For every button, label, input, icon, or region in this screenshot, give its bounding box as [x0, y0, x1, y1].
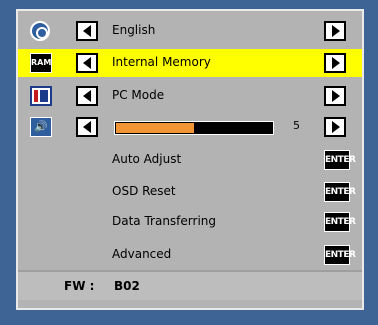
mode-left-arrow-button[interactable] [76, 86, 98, 106]
volume-slider[interactable] [114, 121, 274, 135]
volume-slider-fill [116, 123, 194, 133]
language-label: English [112, 23, 156, 37]
advanced-row[interactable]: Advanced ENTER [18, 241, 362, 269]
firmware-footer: FW : B02 [18, 270, 362, 300]
data-transfer-enter-button[interactable]: ENTER [324, 212, 356, 232]
pc-mode-icon [30, 86, 52, 106]
firmware-version: B02 [114, 279, 140, 293]
advanced-enter-button[interactable]: ENTER [324, 245, 356, 265]
speaker-icon: 🔊 [30, 117, 52, 137]
storage-left-arrow-button[interactable] [76, 53, 98, 73]
globe-icon [30, 21, 50, 41]
panel-bottom-strip [18, 300, 362, 308]
osd-reset-label: OSD Reset [112, 184, 176, 198]
auto-adjust-label: Auto Adjust [112, 152, 182, 166]
volume-row[interactable]: 🔊 5 [18, 113, 362, 141]
ram-icon: RAM [30, 53, 52, 73]
language-right-arrow-button[interactable] [324, 21, 346, 41]
mode-right-arrow-button[interactable] [324, 86, 346, 106]
storage-row[interactable]: RAM Internal Memory [18, 49, 362, 77]
mode-label: PC Mode [112, 88, 165, 102]
storage-right-arrow-button[interactable] [324, 53, 346, 73]
auto-adjust-row[interactable]: Auto Adjust ENTER [18, 146, 362, 174]
osd-reset-row[interactable]: OSD Reset ENTER [18, 178, 362, 206]
osd-reset-enter-button[interactable]: ENTER [324, 182, 356, 202]
volume-left-arrow-button[interactable] [76, 117, 98, 137]
language-row[interactable]: English [18, 17, 362, 45]
osd-menu-panel: English RAM Internal Memory PC Mode 🔊 5 … [16, 9, 364, 310]
firmware-label: FW : [64, 279, 95, 293]
storage-label: Internal Memory [112, 55, 211, 69]
advanced-label: Advanced [112, 247, 172, 261]
language-left-arrow-button[interactable] [76, 21, 98, 41]
data-transfer-row[interactable]: Data Transferring ENTER [18, 208, 362, 236]
volume-right-arrow-button[interactable] [324, 117, 346, 137]
data-transfer-label: Data Transferring [112, 214, 216, 228]
mode-row[interactable]: PC Mode [18, 82, 362, 110]
auto-adjust-enter-button[interactable]: ENTER [324, 150, 356, 170]
volume-value: 5 [293, 119, 300, 132]
